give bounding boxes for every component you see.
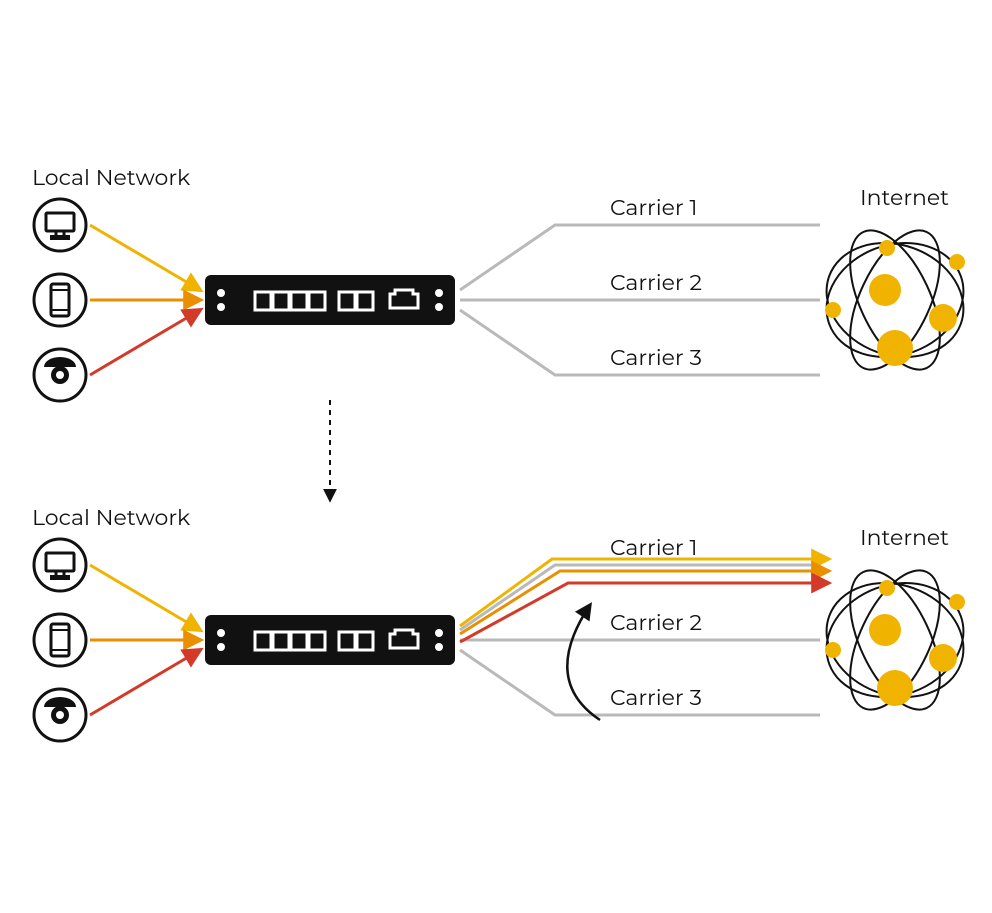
carrier-1-label-2: Carrier 1: [610, 534, 697, 561]
local-network-label: Local Network: [32, 164, 191, 191]
state-after: Local Network Internet Carrier 1 Carrier…: [32, 504, 980, 741]
lan-link-3b: [90, 650, 200, 715]
carrier-2-label: Carrier 2: [610, 269, 702, 296]
lan-link-1b: [90, 565, 200, 630]
carrier-3-label: Carrier 3: [610, 344, 702, 371]
router-icon-2: [205, 615, 455, 665]
lan-link-1: [90, 225, 200, 290]
local-network-label-2: Local Network: [32, 504, 191, 531]
phone-icon-2: [34, 614, 86, 666]
carrier-3-label-2: Carrier 3: [610, 684, 702, 711]
carrier-2-label-2: Carrier 2: [610, 609, 702, 636]
internet-icon-2: [810, 557, 979, 723]
diagram-svg: Local Network Internet Carrier 1 Carrier…: [0, 0, 992, 913]
internet-icon: [810, 217, 979, 383]
camera-icon-2: [34, 689, 86, 741]
state-before: Local Network Internet Carrier 1 Carrier…: [32, 164, 980, 401]
computer-icon-2: [34, 539, 86, 591]
camera-icon: [34, 349, 86, 401]
router-icon: [205, 275, 455, 325]
internet-label-2: Internet: [860, 524, 949, 551]
lan-link-3: [90, 310, 200, 375]
carrier-1-label: Carrier 1: [610, 194, 697, 221]
computer-icon: [34, 199, 86, 251]
internet-label: Internet: [860, 184, 949, 211]
phone-icon: [34, 274, 86, 326]
converge-arrow-icon: [567, 605, 600, 720]
